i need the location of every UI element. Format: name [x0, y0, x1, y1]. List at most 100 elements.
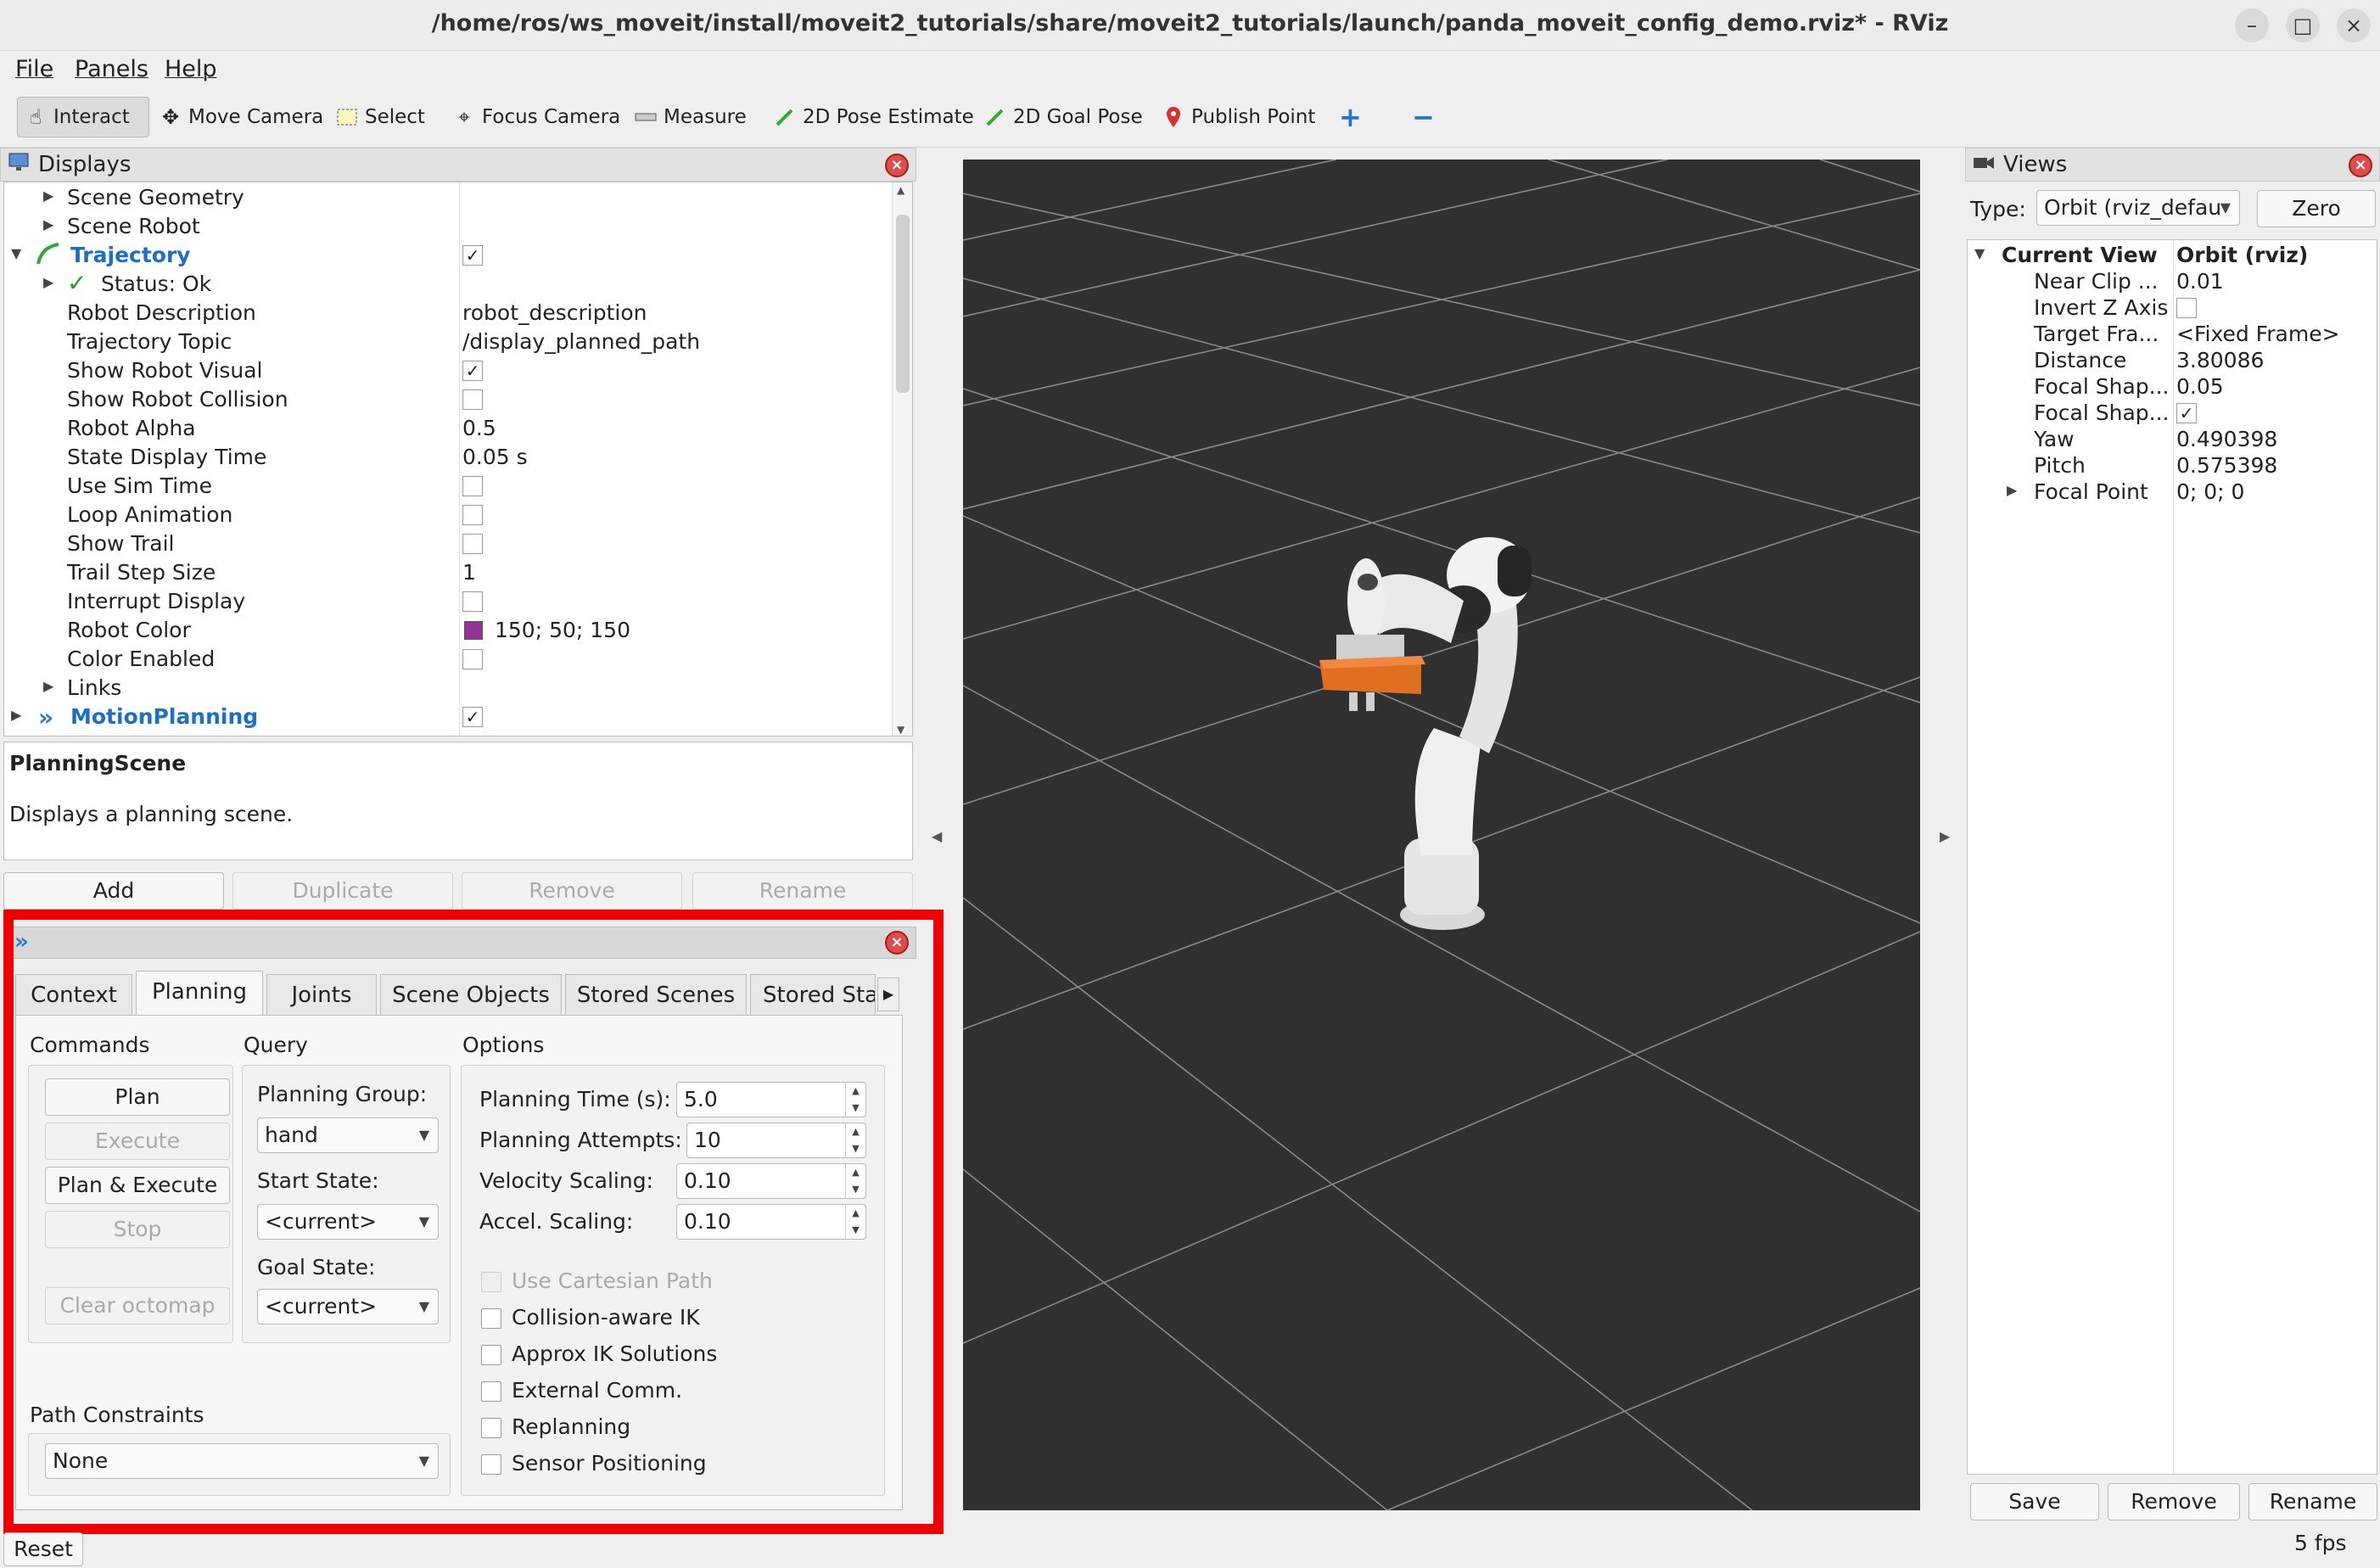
move-camera-tool[interactable]: ✥ Move Camera	[153, 97, 330, 137]
trajectory-enabled-checkbox[interactable]: ✓	[462, 245, 483, 266]
tree-row[interactable]: Yaw 0.490398	[1968, 424, 2375, 453]
save-view-button[interactable]: Save	[1970, 1483, 2099, 1520]
row-value[interactable]: 0.490398	[2176, 427, 2277, 451]
goal-pose-tool[interactable]: 2D Goal Pose	[977, 97, 1150, 137]
tree-row[interactable]: ▶ ✓ Status: Ok	[4, 269, 887, 298]
select-tool[interactable]: Select	[329, 97, 432, 137]
invert-z-checkbox[interactable]	[2176, 298, 2197, 318]
tree-row[interactable]: Trail Step Size 1	[4, 557, 887, 586]
close-views-icon[interactable]: ×	[2349, 154, 2372, 177]
row-value[interactable]: 0; 0; 0	[2176, 479, 2244, 504]
tree-row[interactable]: ▶ Focal Point 0; 0; 0	[1968, 477, 2375, 506]
remove-display-button[interactable]: Remove	[462, 872, 682, 910]
render-viewport[interactable]	[963, 160, 1920, 1510]
tree-row[interactable]: Show Trail	[4, 529, 887, 557]
tree-row[interactable]: Loop Animation	[4, 500, 887, 529]
displays-scrollbar[interactable]: ▲ ▼	[892, 182, 912, 736]
tree-row[interactable]: Focal Shap... ✓	[1968, 398, 2375, 427]
tree-row[interactable]: Focal Shap... 0.05	[1968, 372, 2375, 400]
tree-row[interactable]: Robot Alpha 0.5	[4, 413, 887, 442]
expand-arrow-icon[interactable]: ▶	[43, 274, 53, 290]
row-value[interactable]: <Fixed Frame>	[2176, 322, 2340, 346]
tree-row[interactable]: ▶ Scene Geometry	[4, 182, 887, 211]
zero-button[interactable]: Zero	[2257, 190, 2376, 227]
maximize-button[interactable]: □	[2286, 8, 2320, 42]
displays-tree[interactable]: ▶ Scene Geometry ▶ Scene Robot ▼ Traject…	[3, 182, 913, 736]
tree-row[interactable]: Show Robot Visual ✓	[4, 356, 887, 384]
scroll-down-icon[interactable]: ▼	[897, 724, 904, 736]
focus-camera-tool[interactable]: ⌖ Focus Camera	[446, 97, 627, 137]
tree-row[interactable]: Show Robot Collision	[4, 384, 887, 413]
color-swatch[interactable]	[464, 621, 483, 640]
remove-tool-button[interactable]: −	[1405, 97, 1442, 137]
menu-file[interactable]: File	[15, 56, 53, 82]
color-enabled-checkbox[interactable]	[462, 649, 483, 669]
collapse-arrow-icon[interactable]: ▼	[11, 245, 21, 261]
tree-row[interactable]: ▶ Scene Robot	[4, 211, 887, 240]
tree-row[interactable]: State Display Time 0.05 s	[4, 442, 887, 471]
expand-arrow-icon[interactable]: ▶	[2007, 482, 2017, 498]
close-displays-icon[interactable]: ×	[885, 154, 909, 177]
show-robot-visual-checkbox[interactable]: ✓	[462, 361, 483, 381]
scroll-up-icon[interactable]: ▲	[897, 184, 904, 196]
row-value[interactable]: /display_planned_path	[462, 329, 700, 354]
tree-row[interactable]: Use Sim Time	[4, 471, 887, 500]
minimize-button[interactable]: –	[2235, 8, 2269, 42]
rename-view-button[interactable]: Rename	[2248, 1483, 2377, 1520]
tree-row[interactable]: Near Clip ... 0.01	[1968, 266, 2375, 295]
show-trail-checkbox[interactable]	[462, 534, 483, 554]
duplicate-display-button[interactable]: Duplicate	[232, 872, 453, 910]
row-value[interactable]: 0.575398	[2176, 453, 2277, 478]
add-tool-button[interactable]: +	[1332, 97, 1369, 137]
close-window-button[interactable]: ×	[2337, 8, 2371, 42]
interact-tool[interactable]: ☝ Interact	[17, 97, 149, 137]
tree-row[interactable]: Robot Color 150; 50; 150	[4, 615, 887, 644]
menu-help[interactable]: Help	[165, 56, 217, 82]
interrupt-display-checkbox[interactable]	[462, 591, 483, 612]
measure-tool[interactable]: Measure	[628, 97, 753, 137]
view-type-select[interactable]: Orbit (rviz_defau ▼	[2036, 190, 2240, 226]
camera-icon	[1973, 152, 1995, 177]
tree-row[interactable]: ▼ Current View Orbit (rviz)	[1968, 240, 2375, 269]
row-value[interactable]: 3.80086	[2176, 348, 2264, 372]
collapse-right-icon[interactable]: ▶	[1940, 828, 1950, 844]
tree-row[interactable]: Target Fra... <Fixed Frame>	[1968, 319, 2375, 348]
row-value[interactable]: 1	[462, 560, 476, 585]
tree-row[interactable]: ▶ Links	[4, 673, 887, 702]
focal-shape-fixed-checkbox[interactable]: ✓	[2176, 403, 2197, 423]
publish-point-tool[interactable]: Publish Point	[1156, 97, 1322, 137]
tree-row[interactable]: Distance 3.80086	[1968, 345, 2375, 374]
expand-arrow-icon[interactable]: ▶	[43, 678, 53, 694]
use-sim-time-checkbox[interactable]	[462, 476, 483, 496]
row-value[interactable]: 0.05 s	[462, 445, 528, 469]
views-tree[interactable]: ▼ Current View Orbit (rviz) Near Clip ..…	[1967, 239, 2377, 1476]
collapse-left-icon[interactable]: ◀	[932, 828, 942, 844]
scrollbar-thumb[interactable]	[896, 215, 910, 393]
tree-row[interactable]: ▼ Trajectory ✓	[4, 240, 887, 269]
menu-panels[interactable]: Panels	[75, 56, 148, 82]
expand-arrow-icon[interactable]: ▶	[43, 188, 53, 204]
collapse-arrow-icon[interactable]: ▼	[1974, 245, 1985, 261]
loop-animation-checkbox[interactable]	[462, 505, 483, 525]
pose-estimate-tool[interactable]: 2D Pose Estimate	[767, 97, 981, 137]
tree-row[interactable]: Pitch 0.575398	[1968, 451, 2375, 479]
tree-row[interactable]: Color Enabled	[4, 644, 887, 673]
row-value[interactable]: 150; 50; 150	[495, 618, 630, 642]
add-display-button[interactable]: Add	[3, 872, 224, 910]
row-value[interactable]: 0.01	[2176, 269, 2224, 294]
row-value[interactable]: robot_description	[462, 300, 647, 325]
expand-arrow-icon[interactable]: ▶	[43, 216, 53, 232]
row-value[interactable]: 0.5	[462, 416, 496, 440]
tree-row[interactable]: ▶ » MotionPlanning ✓	[4, 702, 887, 731]
tree-row[interactable]: Robot Description robot_description	[4, 298, 887, 327]
motion-planning-enabled-checkbox[interactable]: ✓	[462, 707, 483, 727]
tree-row[interactable]: Interrupt Display	[4, 586, 887, 615]
remove-view-button[interactable]: Remove	[2108, 1483, 2240, 1520]
tree-row[interactable]: Invert Z Axis	[1968, 293, 2375, 322]
rename-display-button[interactable]: Rename	[692, 872, 913, 910]
expand-arrow-icon[interactable]: ▶	[11, 707, 21, 723]
row-value[interactable]: 0.05	[2176, 374, 2224, 399]
show-robot-collision-checkbox[interactable]	[462, 389, 483, 410]
reset-button[interactable]: Reset	[3, 1532, 83, 1566]
tree-row[interactable]: Trajectory Topic /display_planned_path	[4, 327, 887, 356]
